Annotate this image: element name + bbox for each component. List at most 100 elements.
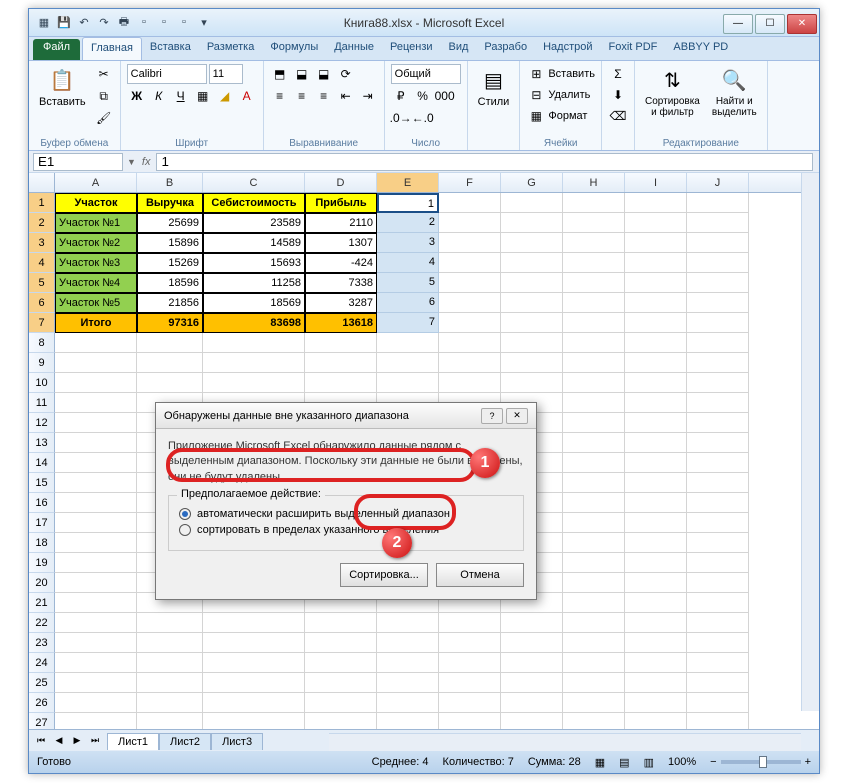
cell[interactable] [305, 693, 377, 713]
maximize-button[interactable]: ☐ [755, 14, 785, 34]
cell[interactable] [625, 613, 687, 633]
zoom-out-icon[interactable]: − [710, 756, 716, 768]
row-header[interactable]: 14 [29, 453, 55, 473]
cancel-button[interactable]: Отмена [436, 563, 524, 587]
cell[interactable] [687, 613, 749, 633]
fx-icon[interactable]: fx [136, 156, 157, 168]
cell[interactable] [563, 673, 625, 693]
cell[interactable] [377, 673, 439, 693]
cell[interactable] [563, 333, 625, 353]
tab-review[interactable]: Рецензи [382, 37, 441, 60]
cell[interactable] [501, 333, 563, 353]
vertical-scrollbar[interactable] [801, 173, 819, 711]
radio-current-selection[interactable]: сортировать в пределах указанного выделе… [179, 524, 513, 536]
dialog-titlebar[interactable]: Обнаружены данные вне указанного диапазо… [156, 403, 536, 429]
cell[interactable] [439, 293, 501, 313]
cell[interactable] [687, 633, 749, 653]
cell[interactable] [625, 273, 687, 293]
cell[interactable] [625, 213, 687, 233]
cell[interactable]: 15693 [203, 253, 305, 273]
insert-cells-button[interactable]: ⊞Вставить [526, 64, 595, 84]
cell[interactable]: 15269 [137, 253, 203, 273]
align-right-icon[interactable]: ≡ [314, 86, 334, 106]
cell[interactable] [625, 313, 687, 333]
cell[interactable] [55, 493, 137, 513]
cell[interactable]: 3287 [305, 293, 377, 313]
cell[interactable] [305, 333, 377, 353]
cell[interactable]: 15896 [137, 233, 203, 253]
cell[interactable] [563, 553, 625, 573]
cell[interactable] [563, 273, 625, 293]
zoom-level[interactable]: 100% [668, 756, 696, 768]
cell[interactable] [55, 473, 137, 493]
cell[interactable]: Участок [55, 193, 137, 213]
row-header[interactable]: 4 [29, 253, 55, 273]
tab-abbyy[interactable]: ABBYY PD [665, 37, 736, 60]
row-header[interactable]: 5 [29, 273, 55, 293]
cell[interactable] [439, 253, 501, 273]
cell[interactable] [563, 433, 625, 453]
row-header[interactable]: 17 [29, 513, 55, 533]
row-header[interactable]: 20 [29, 573, 55, 593]
cell[interactable] [563, 353, 625, 373]
cell[interactable] [55, 373, 137, 393]
cell[interactable]: 5 [377, 273, 439, 293]
cell[interactable] [625, 633, 687, 653]
cell[interactable] [687, 573, 749, 593]
dialog-close-button[interactable]: ✕ [506, 408, 528, 424]
cell[interactable] [687, 193, 749, 213]
row-header[interactable]: 15 [29, 473, 55, 493]
row-header[interactable]: 2 [29, 213, 55, 233]
cut-icon[interactable]: ✂ [94, 64, 114, 84]
redo-icon[interactable]: ↷ [95, 13, 113, 31]
cell[interactable] [687, 653, 749, 673]
cell[interactable] [203, 373, 305, 393]
name-box[interactable] [33, 153, 123, 171]
cell[interactable] [687, 293, 749, 313]
cell[interactable] [439, 693, 501, 713]
cell[interactable] [305, 633, 377, 653]
cell[interactable] [439, 653, 501, 673]
close-button[interactable]: ✕ [787, 14, 817, 34]
cell[interactable] [563, 253, 625, 273]
cell[interactable] [687, 333, 749, 353]
undo-icon[interactable]: ↶ [75, 13, 93, 31]
cell[interactable] [439, 333, 501, 353]
cell[interactable] [377, 613, 439, 633]
cell[interactable] [563, 693, 625, 713]
orientation-icon[interactable]: ⟳ [336, 64, 356, 84]
cell[interactable] [203, 693, 305, 713]
cell[interactable] [203, 333, 305, 353]
cell[interactable] [55, 433, 137, 453]
format-cells-button[interactable]: ▦Формат [526, 106, 587, 126]
tab-addins[interactable]: Надстрой [535, 37, 600, 60]
cell[interactable] [563, 233, 625, 253]
cell[interactable] [563, 213, 625, 233]
cell[interactable]: 21856 [137, 293, 203, 313]
save-icon[interactable]: 💾 [55, 13, 73, 31]
cell[interactable] [501, 673, 563, 693]
cell[interactable] [687, 453, 749, 473]
row-header[interactable]: 12 [29, 413, 55, 433]
cell[interactable] [377, 353, 439, 373]
cell[interactable] [439, 233, 501, 253]
cell[interactable] [625, 433, 687, 453]
cell[interactable] [305, 653, 377, 673]
cell[interactable] [687, 373, 749, 393]
row-header[interactable]: 7 [29, 313, 55, 333]
cell[interactable]: 7 [377, 313, 439, 333]
col-header[interactable]: B [137, 173, 203, 192]
tab-home[interactable]: Главная [82, 37, 142, 60]
cell[interactable] [687, 673, 749, 693]
cell[interactable] [377, 653, 439, 673]
fill-color-icon[interactable]: ◢ [215, 86, 235, 106]
tab-file[interactable]: Файл [33, 39, 80, 60]
cell[interactable] [563, 453, 625, 473]
row-header[interactable]: 8 [29, 333, 55, 353]
dialog-help-button[interactable]: ? [481, 408, 503, 424]
col-header[interactable]: F [439, 173, 501, 192]
cell[interactable] [625, 253, 687, 273]
cell[interactable]: 25699 [137, 213, 203, 233]
cell[interactable] [687, 273, 749, 293]
qat-btn[interactable]: ▫ [155, 13, 173, 31]
